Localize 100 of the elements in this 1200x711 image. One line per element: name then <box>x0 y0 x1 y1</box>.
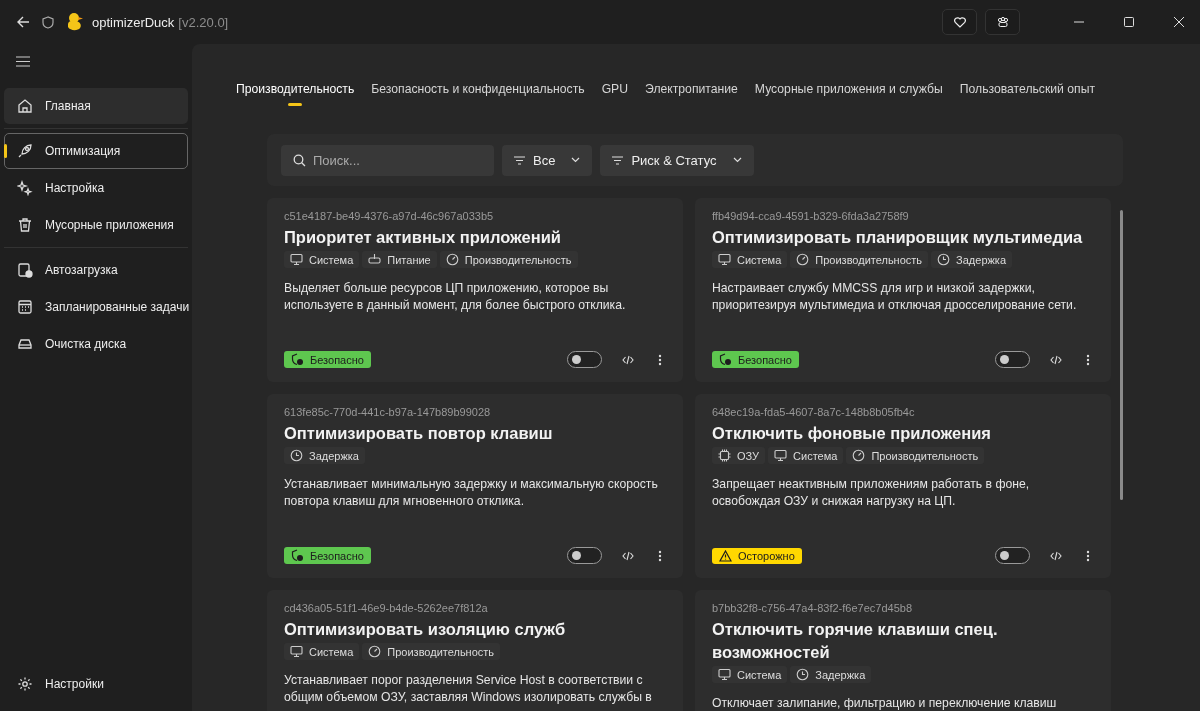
toggle-switch[interactable] <box>567 547 602 564</box>
sort-dropdown[interactable]: Риск & Статус <box>600 144 754 176</box>
tweak-title: Приоритет активных приложений <box>284 227 561 248</box>
risk-badge: Осторожно <box>712 547 802 564</box>
tag-chip: Система <box>284 251 360 268</box>
chevron-down-icon <box>571 157 581 163</box>
sidebar-item[interactable]: Автозагрузка <box>4 252 188 288</box>
filter-icon <box>514 155 525 165</box>
tweak-description: Устанавливает порог разделения Service Host в соответствии с общим объемом ОЗУ, заставляя Windows изолировать службы в <box>284 672 653 706</box>
sidebar-item[interactable]: Настройки <box>4 666 188 702</box>
gauge-icon <box>796 253 810 266</box>
sidebar-item[interactable]: Запланированные задачи <box>4 289 188 325</box>
tag-chip: Система <box>284 643 360 660</box>
tweak-title: Отключить горячие клавиши спец. возможностей <box>712 619 999 663</box>
code-icon[interactable] <box>622 354 634 365</box>
category-tab[interactable]: Безопасность и конфиденциальность <box>371 80 585 108</box>
search-icon <box>293 153 306 167</box>
toggle-switch[interactable] <box>995 547 1030 564</box>
plug-icon <box>368 253 382 266</box>
toggle-switch[interactable] <box>567 351 602 368</box>
code-icon[interactable] <box>1050 354 1062 365</box>
sparkle-icon <box>17 180 33 196</box>
tag-chip: Производительность <box>439 251 578 268</box>
category-tab[interactable]: Мусорные приложения и службы <box>754 80 943 108</box>
code-icon[interactable] <box>1050 550 1062 561</box>
toggle-switch[interactable] <box>995 351 1030 368</box>
sidebar-item[interactable]: Очистка диска <box>4 326 188 362</box>
tweak-description: Настраивает службу MMCSS для игр и низкой задержки, приоритезируя мультимедиа и отключая дросселирование сети. <box>712 280 1078 314</box>
sidebar-item[interactable]: Главная <box>4 88 188 124</box>
more-icon[interactable] <box>1086 549 1090 562</box>
app-version: [v2.20.0] <box>178 14 229 30</box>
people-icon <box>996 16 1009 28</box>
category-tab[interactable]: Производительность <box>236 80 355 108</box>
shield-icon <box>42 15 54 29</box>
duck-logo-icon <box>66 12 84 32</box>
tag-chip: Задержка <box>284 447 365 464</box>
calendar-icon <box>17 299 33 315</box>
gauge-icon <box>445 253 459 266</box>
tag-chip: Питание <box>362 251 437 268</box>
tag-chip: Задержка <box>931 251 1013 268</box>
tweak-title: Оптимизировать изоляцию служб <box>284 619 566 640</box>
tweak-id: cd436a05-51f1-46e9-b4de-5262ee7f812a <box>284 602 488 614</box>
settings-icon <box>17 676 33 692</box>
tweak-description: Выделяет больше ресурсов ЦП приложению, которое вы используете в данный момент, для более быстрого отклика. <box>284 280 627 314</box>
window-icon <box>17 262 33 278</box>
monitor-icon <box>290 253 303 266</box>
tweak-id: b7bb32f8-c756-47a4-83f2-f6e7ec7d45b8 <box>712 602 912 614</box>
sidebar-item[interactable]: Мусорные приложения <box>4 207 188 243</box>
tweak-description: Отключает залипание, фильтрацию и переключение клавиш <box>712 695 1057 711</box>
monitor-icon <box>718 253 731 266</box>
tweak-description: Запрещает неактивным приложениям работать в фоне, освобождая ОЗУ и снижая нагрузку на ЦП. <box>712 476 1031 510</box>
more-icon[interactable] <box>1086 353 1090 366</box>
risk-badge: Безопасно <box>284 351 371 368</box>
risk-badge: Безопасно <box>712 351 799 368</box>
sidebar-item[interactable]: Настройка <box>4 170 188 206</box>
tweak-title: Отключить фоновые приложения <box>712 423 991 444</box>
category-tab[interactable]: GPU <box>601 80 629 108</box>
tag-chip: Система <box>712 666 788 683</box>
maximize-icon[interactable] <box>1124 17 1134 27</box>
monitor-icon <box>774 449 788 462</box>
drive-icon <box>17 336 33 352</box>
clock-icon <box>937 253 951 266</box>
tweak-id: 648ec19a-fda5-4607-8a7c-148b8b05fb4c <box>712 406 915 418</box>
gauge-icon <box>852 449 866 462</box>
tweak-id: ffb49d94-cca9-4591-b329-6fda3a2758f9 <box>712 210 909 222</box>
risk-badge: Безопасно <box>284 547 371 564</box>
tweak-description: Устанавливает минимальную задержку и максимальную скорость повтора клавиш для мгновенного отклика. <box>284 476 659 510</box>
tag-chip: Система <box>712 251 788 268</box>
clock-icon <box>796 668 810 681</box>
tag-chip: Производительность <box>362 643 501 660</box>
chip-icon <box>718 449 731 462</box>
chevron-down-icon <box>732 157 742 163</box>
search-field[interactable]: Поиск... <box>281 144 494 176</box>
tag-chip: ОЗУ <box>712 447 766 464</box>
sidebar-item[interactable]: Оптимизация <box>4 133 188 169</box>
home-icon <box>17 98 33 114</box>
tag-chip: Задержка <box>790 666 872 683</box>
code-icon[interactable] <box>622 550 634 561</box>
trash-icon <box>17 217 33 233</box>
filter-icon <box>612 155 624 165</box>
scrollbar[interactable] <box>1120 210 1123 500</box>
community-button[interactable] <box>985 9 1020 35</box>
monitor-icon <box>718 668 731 681</box>
tweak-title: Оптимизировать повтор клавиш <box>284 423 553 444</box>
favorite-button[interactable] <box>942 9 977 35</box>
more-icon[interactable] <box>658 353 662 366</box>
app-title: optimizerDuck <box>92 14 175 30</box>
category-dropdown[interactable]: Все <box>502 144 593 176</box>
back-icon[interactable] <box>16 15 30 29</box>
close-icon[interactable] <box>1174 17 1184 27</box>
tweak-id: 613fe85c-770d-441c-b97a-147b89b99028 <box>284 406 491 418</box>
menu-icon[interactable] <box>16 56 30 67</box>
more-icon[interactable] <box>658 549 662 562</box>
category-tab[interactable]: Пользовательский опыт <box>959 80 1095 108</box>
monitor-icon <box>290 645 303 658</box>
tag-chip: Производительность <box>846 447 985 464</box>
tag-chip: Система <box>768 447 844 464</box>
tag-chip: Производительность <box>790 251 929 268</box>
category-tab[interactable]: Электропитание <box>645 80 738 108</box>
clock-icon <box>290 449 303 462</box>
